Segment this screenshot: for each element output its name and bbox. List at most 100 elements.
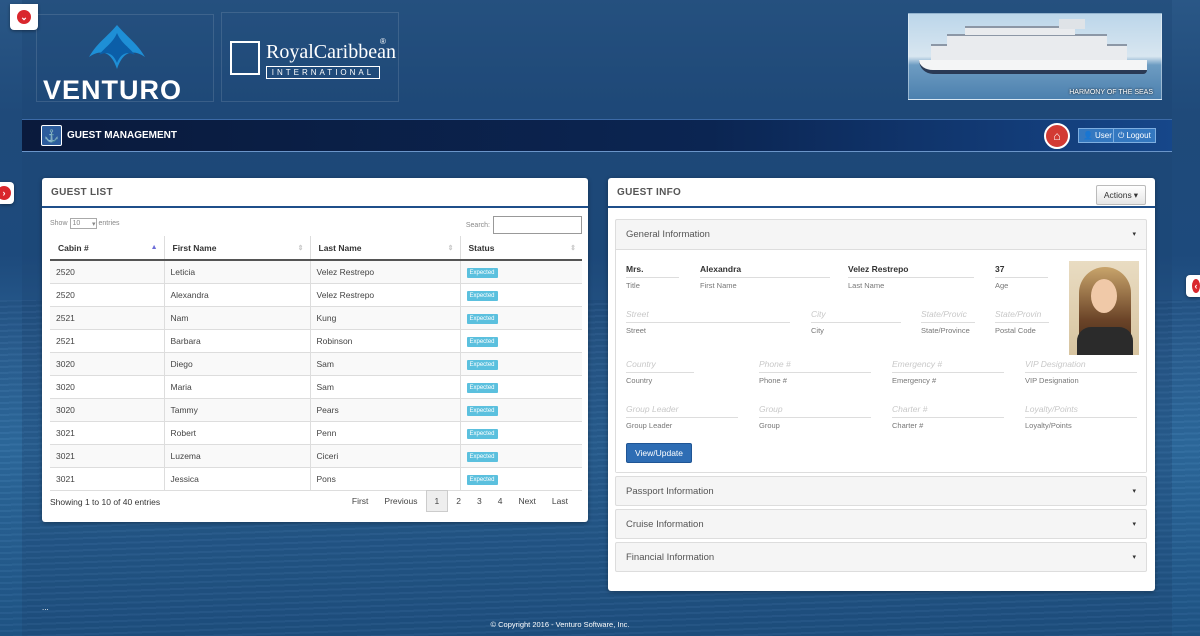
cell-last-name: Velez Restrepo: [309, 283, 460, 307]
col-last-name[interactable]: Last Name ⇕: [309, 236, 460, 261]
financial-info-section[interactable]: Financial Information ▾: [615, 542, 1147, 572]
actions-dropdown[interactable]: Actions ▾: [1095, 185, 1146, 205]
table-row[interactable]: 3020 Diego Sam Expected: [50, 352, 582, 376]
country-field[interactable]: Country Country: [626, 357, 694, 385]
cell-first-name: Luzema: [163, 444, 310, 468]
chevron-left-icon: ‹: [1192, 279, 1200, 293]
loyalty-field[interactable]: Loyalty/Points Loyalty/Points: [1025, 402, 1137, 430]
cell-status: Expected: [459, 398, 582, 422]
table-row[interactable]: 2521 Barbara Robinson Expected: [50, 329, 582, 353]
cell-last-name: Penn: [309, 421, 460, 445]
copyright: © Copyright 2016 - Venturo Software, Inc…: [490, 620, 630, 629]
pager-previous[interactable]: Previous: [376, 491, 425, 511]
first-name-value: Alexandra: [700, 262, 830, 278]
first-name-label: First Name: [700, 281, 737, 290]
user-button[interactable]: 👤 User: [1078, 128, 1117, 143]
guest-info-panel: GUEST INFO Actions ▾ General Information…: [608, 178, 1155, 591]
logout-button[interactable]: ⏻ Logout: [1113, 128, 1156, 143]
country-label: Country: [626, 376, 653, 385]
state-label: State/Province: [921, 326, 970, 335]
cell-cabin: 2520: [50, 283, 164, 307]
pager-page-4[interactable]: 4: [490, 491, 511, 511]
royal-caribbean-logo: RoyalCaribbean ® INTERNATIONAL: [221, 12, 399, 102]
group-field[interactable]: Group Group: [759, 402, 871, 430]
cruise-info-header[interactable]: Cruise Information ▾: [616, 510, 1146, 538]
cell-status: Expected: [459, 283, 582, 307]
cell-first-name: Leticia: [163, 260, 310, 284]
title-field[interactable]: Mrs. Title: [626, 262, 679, 290]
cell-cabin: 3020: [50, 398, 164, 422]
group-leader-field[interactable]: Group Leader Group Leader: [626, 402, 738, 430]
view-update-button[interactable]: View/Update: [626, 443, 692, 463]
table-row[interactable]: 2520 Leticia Velez Restrepo Expected: [50, 260, 582, 284]
cell-last-name: Kung: [309, 306, 460, 330]
user-label: User: [1094, 131, 1112, 140]
pager-last[interactable]: Last: [544, 491, 576, 511]
state-field[interactable]: State/Provic State/Province: [921, 307, 975, 335]
table-row[interactable]: 3021 Jessica Pons Expected: [50, 467, 582, 491]
street-field[interactable]: Street Street: [626, 307, 790, 335]
city-label: City: [811, 326, 824, 335]
col-status[interactable]: Status ⇕: [459, 236, 582, 261]
first-name-field[interactable]: Alexandra First Name: [700, 262, 830, 290]
vip-label: VIP Designation: [1025, 376, 1079, 385]
table-row[interactable]: 2520 Alexandra Velez Restrepo Expected: [50, 283, 582, 307]
phone-field[interactable]: Phone # Phone #: [759, 357, 871, 385]
table-controls: Show 10 ▾ entries Search:: [50, 216, 582, 236]
pager-next[interactable]: Next: [510, 491, 543, 511]
search-input[interactable]: [493, 216, 582, 234]
status-badge: Expected: [466, 336, 498, 347]
status-badge: Expected: [466, 290, 498, 301]
cell-last-name: Velez Restrepo: [309, 260, 460, 284]
left-expand-tab[interactable]: ›: [0, 182, 14, 204]
table-row[interactable]: 2521 Nam Kung Expected: [50, 306, 582, 330]
table-row[interactable]: 3020 Maria Sam Expected: [50, 375, 582, 399]
home-button[interactable]: ⌂: [1044, 123, 1070, 149]
sort-icon: ⇕: [297, 245, 304, 252]
col-cabin-label: Cabin #: [58, 242, 89, 253]
emergency-label: Emergency #: [892, 376, 937, 385]
state-placeholder: State/Provic: [921, 307, 975, 323]
guest-table: Cabin # ▲ First Name ⇕ Last Name ⇕ Status ⇕ …: [50, 236, 582, 491]
chevron-down-icon: ⌄: [17, 10, 31, 24]
ship-deck: [947, 34, 1107, 46]
emergency-field[interactable]: Emergency # Emergency #: [892, 357, 1004, 385]
charter-field[interactable]: Charter # Charter #: [892, 402, 1004, 430]
crown-anchor-icon: [230, 41, 260, 75]
venturo-wordmark: VENTURO: [43, 75, 183, 105]
city-field[interactable]: City City: [811, 307, 901, 335]
pager-page-2[interactable]: 2: [448, 491, 469, 511]
postal-code-field[interactable]: State/Provin Postal Code: [995, 307, 1049, 335]
page-size-select[interactable]: 10 ▾: [69, 218, 97, 229]
status-badge: Expected: [466, 474, 498, 485]
col-first-name[interactable]: First Name ⇕: [163, 236, 310, 261]
top-collapse-tab[interactable]: ⌄: [10, 4, 38, 30]
charter-placeholder: Charter #: [892, 402, 1004, 418]
right-expand-tab[interactable]: ‹: [1186, 275, 1200, 297]
charter-label: Charter #: [892, 421, 924, 430]
cell-cabin: 3020: [50, 352, 164, 376]
pager-page-3[interactable]: 3: [469, 491, 490, 511]
postal-placeholder: State/Provin: [995, 307, 1049, 323]
passport-info-section[interactable]: Passport Information ▾: [615, 476, 1147, 506]
table-row[interactable]: 3020 Tammy Pears Expected: [50, 398, 582, 422]
last-name-field[interactable]: Velez Restrepo Last Name: [848, 262, 974, 290]
country-placeholder: Country: [626, 357, 694, 373]
loyalty-label: Loyalty/Points: [1025, 421, 1072, 430]
actions-label: Actions: [1103, 190, 1132, 200]
col-cabin[interactable]: Cabin # ▲: [50, 236, 164, 261]
general-info-header[interactable]: General Information ▾: [616, 220, 1146, 248]
pager-page-1[interactable]: 1: [425, 490, 449, 512]
cell-status: Expected: [459, 444, 582, 468]
age-field[interactable]: 37 Age: [995, 262, 1048, 290]
table-row[interactable]: 3021 Robert Penn Expected: [50, 421, 582, 445]
vip-field[interactable]: VIP Designation VIP Designation: [1025, 357, 1137, 385]
table-row[interactable]: 3021 Luzema Ciceri Expected: [50, 444, 582, 468]
cell-cabin: 3020: [50, 375, 164, 399]
cruise-info-section[interactable]: Cruise Information ▾: [615, 509, 1147, 539]
passport-info-header[interactable]: Passport Information ▾: [616, 477, 1146, 505]
cell-status: Expected: [459, 467, 582, 491]
logout-label: Logout: [1126, 131, 1151, 140]
pager-first[interactable]: First: [344, 491, 377, 511]
financial-info-header[interactable]: Financial Information ▾: [616, 543, 1146, 571]
